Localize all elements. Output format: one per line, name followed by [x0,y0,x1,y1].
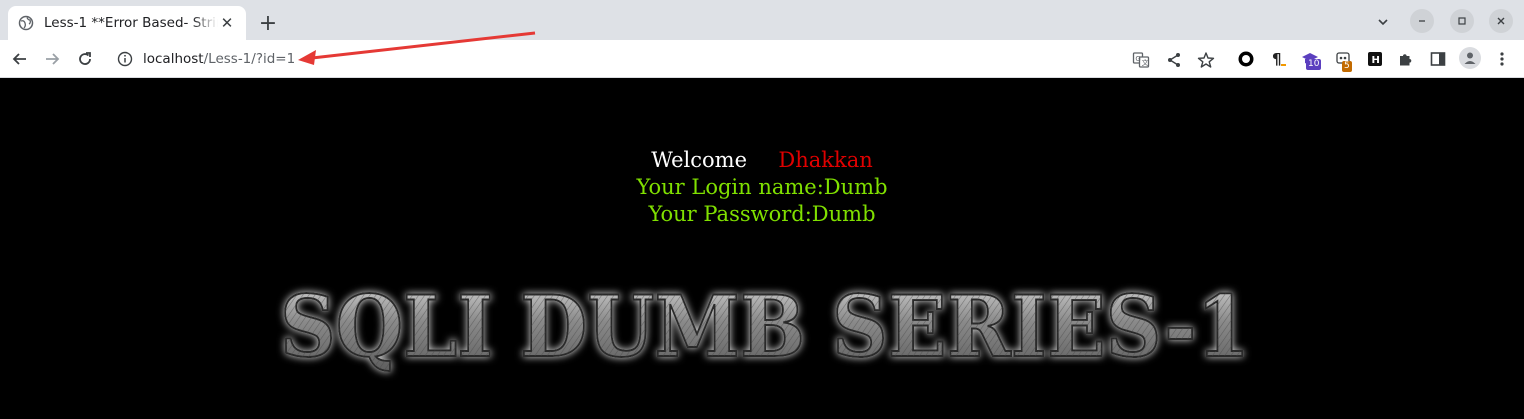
extensions-puzzle-icon[interactable] [1396,49,1416,69]
tab-title: Less-1 **Error Based- String** [44,15,218,31]
banner-title-texture: SQLI DUMB SERIES-1 [280,277,1250,376]
minimize-icon [1419,20,1425,22]
info-icon[interactable] [117,51,133,67]
extension-graduation-cap-icon[interactable]: 10 [1300,49,1322,70]
annotation-arrow [298,31,536,65]
url-path: /Less-1/?id=1 [203,51,296,67]
svg-text:G: G [1135,55,1140,63]
bookmark-star-icon[interactable] [1197,51,1215,69]
reload-icon [79,52,91,65]
back-button[interactable] [7,46,33,72]
kebab-menu-icon[interactable] [1492,49,1512,69]
url-host: localhost [143,51,204,67]
minimize-button[interactable] [1410,9,1434,33]
welcome-label: Welcome [651,148,747,172]
reload-button[interactable] [72,46,98,72]
extension-h-icon[interactable]: H [1365,49,1385,69]
svg-text:H: H [1372,55,1380,66]
translate-icon[interactable]: G文 [1132,51,1150,69]
login-result: Welcome Dhakkan Your Login name:Dumb You… [0,147,1524,228]
maximize-icon [1458,17,1466,25]
banner-title-image: SQLI DUMB SERIES-1 SQLI DUMB SERIES-1 [279,276,1251,377]
browser-toolbar: localhost/Less-1/?id=1 G文 ¶ 10 5 H [0,40,1524,78]
svg-text:¶: ¶ [1272,50,1282,68]
welcome-name: Dhakkan [778,148,873,172]
password-line: Your Password:Dumb [648,202,876,226]
browser-window: Less-1 **Error Based- String** ✕ + [0,0,1524,419]
back-arrow-icon [12,53,26,65]
tab-active[interactable]: Less-1 **Error Based- String** ✕ [8,6,246,40]
svg-text:文: 文 [1142,58,1149,67]
extension-circle-icon[interactable] [1236,49,1256,69]
extension-badge-count: 10 [1306,59,1322,70]
side-panel-icon[interactable] [1428,49,1448,69]
tab-close-icon[interactable]: ✕ [218,14,236,32]
page-content: Welcome Dhakkan Your Login name:Dumb You… [0,79,1524,419]
close-window-button[interactable] [1489,9,1513,33]
tab-strip: Less-1 **Error Based- String** ✕ + [0,0,1524,40]
extension-badge-count: 5 [1342,61,1352,72]
address-bar[interactable]: localhost/Less-1/?id=1 G文 [106,44,1224,74]
close-icon [1497,17,1505,25]
maximize-button[interactable] [1450,9,1474,33]
globe-icon [18,15,34,31]
profile-avatar-icon[interactable] [1459,47,1481,69]
forward-arrow-icon [46,53,60,65]
share-icon[interactable] [1165,51,1183,69]
new-tab-button[interactable]: + [256,11,280,36]
tab-search-chevron-icon[interactable] [1373,12,1393,32]
extension-bug-icon[interactable]: 5 [1333,49,1353,72]
extension-pilcrow-icon[interactable]: ¶ [1269,49,1289,69]
login-name-line: Your Login name:Dumb [636,175,888,199]
forward-button[interactable] [39,46,65,72]
url-text[interactable]: localhost/Less-1/?id=1 [143,51,295,67]
